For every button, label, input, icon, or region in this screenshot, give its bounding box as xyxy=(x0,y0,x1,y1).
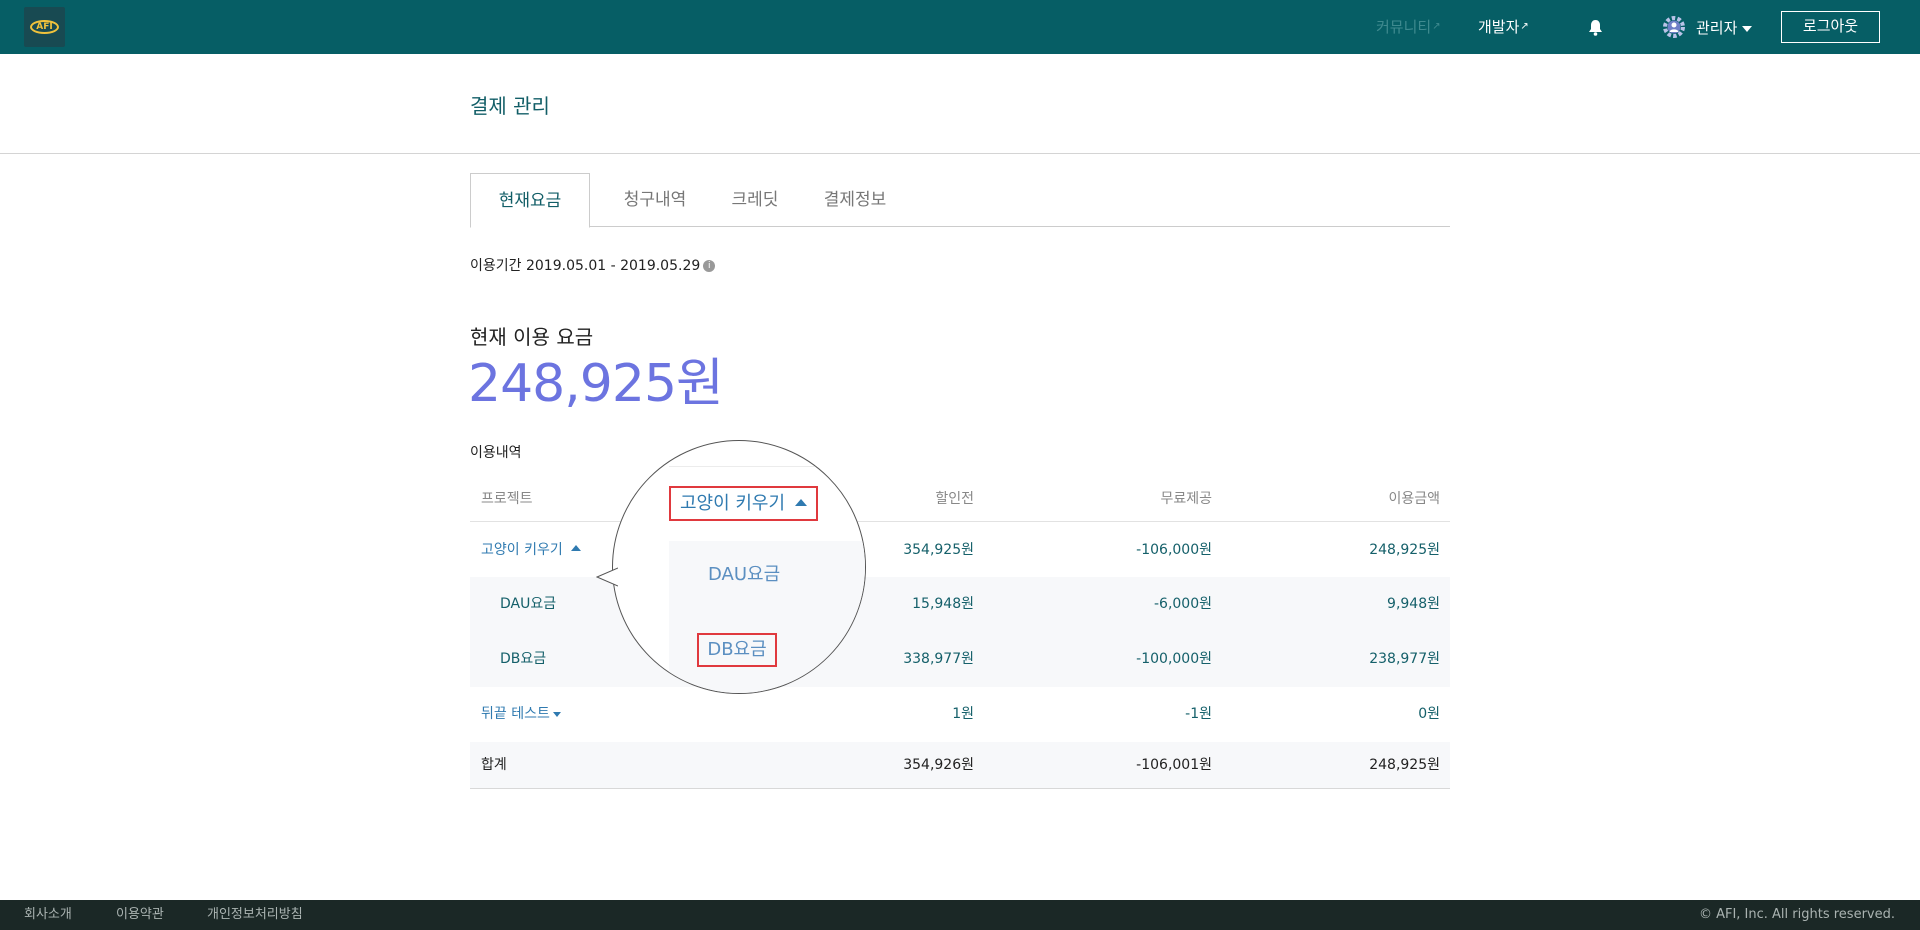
external-link-icon: ↗ xyxy=(1432,21,1441,32)
tab-payment-info[interactable]: 결제정보 xyxy=(800,173,910,227)
tab-current-fee[interactable]: 현재요금 xyxy=(470,173,590,228)
project-name: 뒤끝 테스트 xyxy=(481,706,550,722)
col-project: 프로젝트 xyxy=(481,491,533,507)
chevron-down-icon xyxy=(1742,25,1753,32)
nav-developer-label: 개발자 xyxy=(1478,18,1520,36)
current-fee-label: 현재 이용 요금 xyxy=(470,325,594,349)
logout-button[interactable]: 로그아웃 xyxy=(1781,11,1880,43)
zoom-db-item: DB요금 xyxy=(697,633,777,667)
footer: 회사소개 이용약관 개인정보처리방침 © AFI, Inc. All right… xyxy=(0,900,1920,930)
tab-credit[interactable]: 크레딧 xyxy=(715,173,795,227)
callout-pointer xyxy=(596,567,618,587)
top-navbar: AFI 커뮤니티↗ 개발자↗ 관리자 로그아웃 xyxy=(0,0,1920,54)
page-title: 결제 관리 xyxy=(470,94,550,118)
total-free: -106,001원 xyxy=(1136,757,1212,773)
table-header: 프로젝트 할인전 무료제공 이용금액 xyxy=(470,477,1450,522)
total-label: 합계 xyxy=(481,757,507,773)
cell-before: 15,948원 xyxy=(912,596,974,612)
table-total-row: 합계 354,926원 -106,001원 248,925원 xyxy=(470,742,1450,789)
zoom-project-toggle[interactable]: 고양이 키우기 xyxy=(669,486,818,521)
chevron-up-icon xyxy=(795,498,808,506)
table-row: 뒤끝 테스트 1원 -1원 0원 xyxy=(470,687,1450,742)
nav-community-link[interactable]: 커뮤니티↗ xyxy=(1376,17,1441,37)
chevron-down-icon xyxy=(552,711,561,717)
sub-item-name: DB요금 xyxy=(500,651,547,667)
nav-developer-link[interactable]: 개발자↗ xyxy=(1478,17,1529,37)
total-before: 354,926원 xyxy=(903,757,974,773)
zoom-dau-item: DAU요금 xyxy=(708,564,781,585)
current-fee-amount: 248,925원 xyxy=(468,354,724,414)
chevron-up-icon xyxy=(570,545,581,551)
footer-terms-link[interactable]: 이용약관 xyxy=(116,906,164,924)
external-link-icon: ↗ xyxy=(1520,21,1529,32)
total-amount: 248,925원 xyxy=(1369,757,1440,773)
footer-privacy-link[interactable]: 개인정보처리방침 xyxy=(207,906,303,924)
zoom-project-name: 고양이 키우기 xyxy=(679,493,786,514)
table-row: DB요금 338,977원 -100,000원 238,977원 xyxy=(470,632,1450,687)
zoom-callout: 고양이 키우기 DAU요금 DB요금 xyxy=(612,440,866,694)
cell-amount: 0원 xyxy=(1418,706,1440,722)
admin-gear-icon xyxy=(1663,16,1685,38)
period-label: 이용기간 xyxy=(470,258,522,274)
zoom-divider xyxy=(669,466,865,467)
usage-section-label: 이용내역 xyxy=(470,445,522,461)
project-toggle[interactable]: 고양이 키우기 xyxy=(481,540,581,560)
cell-free: -6,000원 xyxy=(1153,596,1212,612)
cell-before: 1원 xyxy=(952,706,974,722)
info-icon[interactable]: i xyxy=(703,260,716,272)
nav-community-label: 커뮤니티 xyxy=(1376,18,1432,36)
cell-free: -106,000원 xyxy=(1136,542,1212,558)
col-before-discount: 할인전 xyxy=(935,491,974,507)
logo-text: AFI xyxy=(36,22,53,32)
cell-amount: 9,948원 xyxy=(1387,596,1440,612)
cell-free: -1원 xyxy=(1185,706,1212,722)
usage-period: 이용기간 2019.05.01 - 2019.05.29 i xyxy=(470,256,716,276)
project-toggle[interactable]: 뒤끝 테스트 xyxy=(481,704,561,724)
billing-tabs: 현재요금 청구내역 크레딧 결제정보 xyxy=(470,173,1450,228)
project-name: 고양이 키우기 xyxy=(481,542,563,558)
col-free: 무료제공 xyxy=(1160,491,1212,507)
cell-amount: 248,925원 xyxy=(1369,542,1440,558)
period-range: 2019.05.01 - 2019.05.29 xyxy=(525,258,701,274)
bell-icon[interactable] xyxy=(1588,19,1603,36)
copyright: © AFI, Inc. All rights reserved. xyxy=(1698,907,1895,922)
cell-before: 338,977원 xyxy=(903,651,974,667)
admin-menu[interactable]: 관리자 xyxy=(1696,18,1753,38)
cell-amount: 238,977원 xyxy=(1369,651,1440,667)
col-amount: 이용금액 xyxy=(1388,491,1440,507)
afi-logo[interactable]: AFI xyxy=(24,7,65,47)
sub-item-name: DAU요금 xyxy=(500,596,557,612)
cell-before: 354,925원 xyxy=(903,542,974,558)
admin-label: 관리자 xyxy=(1696,19,1738,37)
cell-free: -100,000원 xyxy=(1136,651,1212,667)
tab-billing-history[interactable]: 청구내역 xyxy=(600,173,710,227)
footer-about-link[interactable]: 회사소개 xyxy=(24,906,72,924)
page-header: 결제 관리 xyxy=(0,54,1920,154)
